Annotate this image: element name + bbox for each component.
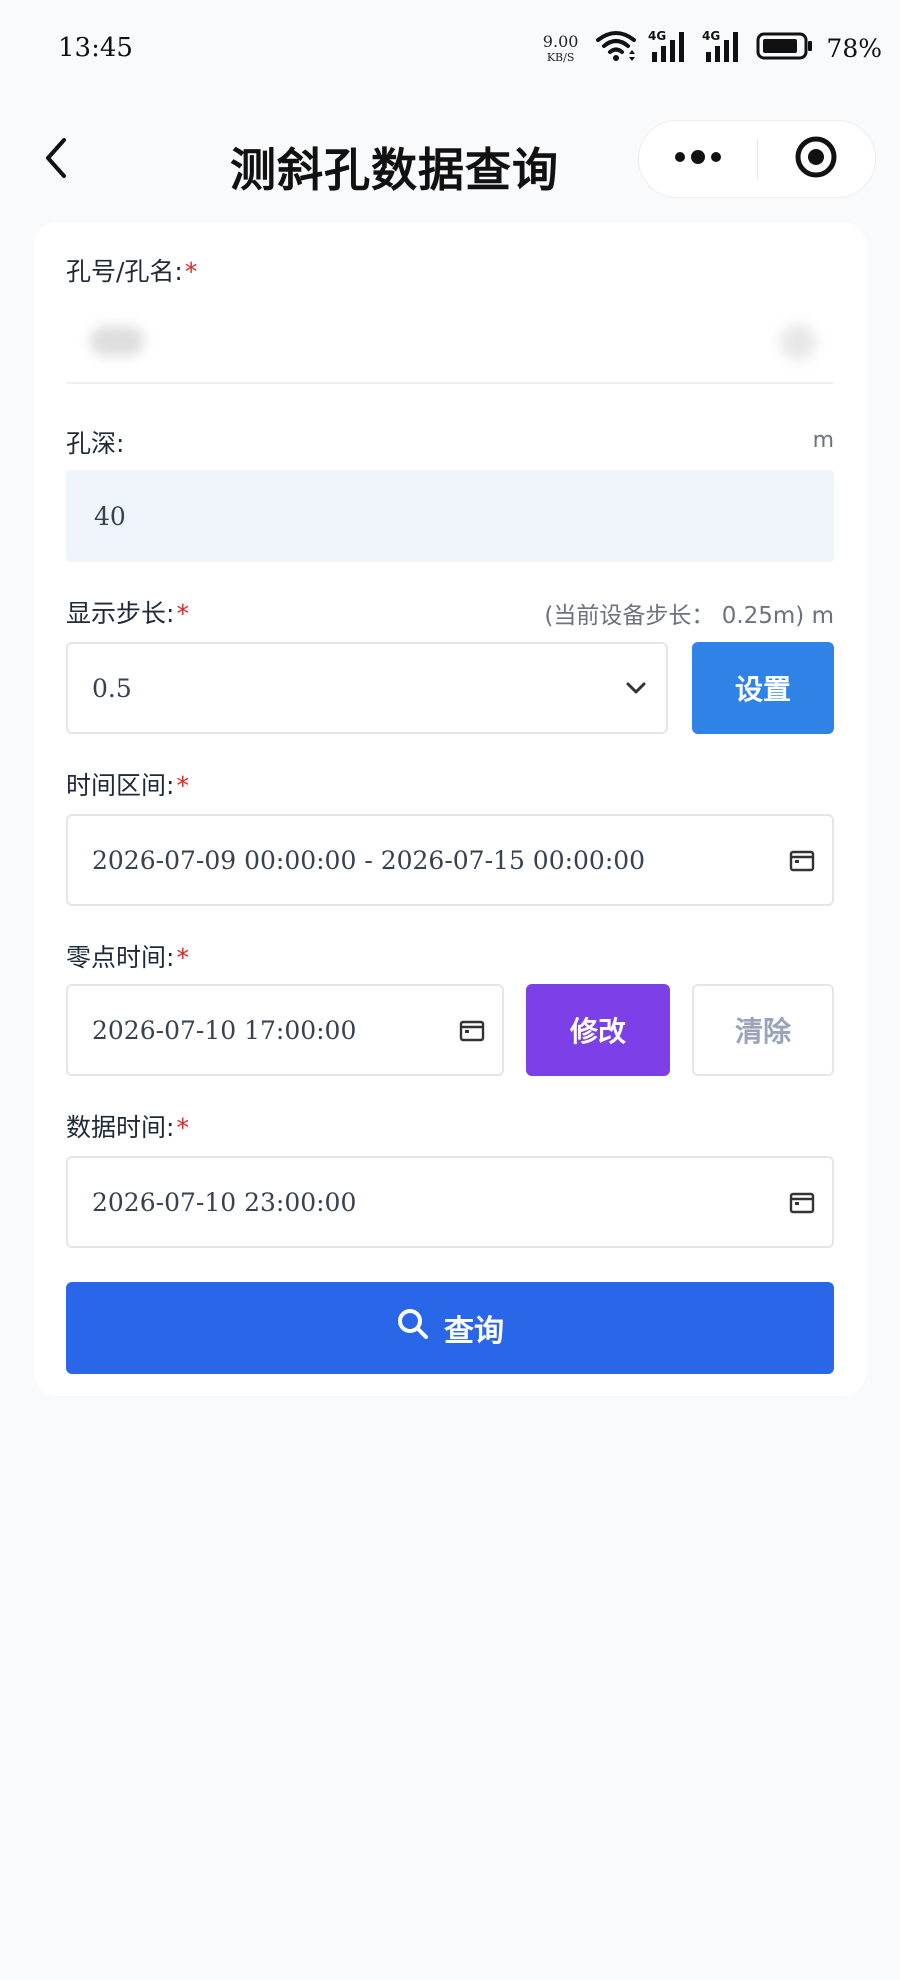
hole-label-text: 孔号/孔名: <box>66 257 183 286</box>
status-time: 13:45 <box>58 33 133 63</box>
close-miniprogram-button[interactable] <box>758 121 876 197</box>
status-bar: 13:45 9.00 KB/S 4G 4G 78% <box>0 0 900 96</box>
zero-time-label-text: 零点时间: <box>66 943 175 972</box>
network-speed: 9.00 KB/S <box>542 31 579 64</box>
battery-icon <box>756 31 814 65</box>
wifi-icon <box>594 28 638 68</box>
data-time-value: 2026-07-10 23:00:00 <box>92 1187 357 1217</box>
more-dots-icon <box>672 149 724 169</box>
required-mark: * <box>176 771 189 800</box>
svg-text:4G: 4G <box>648 29 666 43</box>
hole-label: 孔号/孔名:* <box>66 252 197 288</box>
step-selected-value: 0.5 <box>92 673 132 703</box>
step-label-text: 显示步长: <box>66 599 175 628</box>
depth-unit: m <box>812 428 834 453</box>
hole-select-icon <box>780 324 816 360</box>
chevron-down-icon <box>606 681 666 695</box>
calendar-icon <box>772 848 832 872</box>
time-range-value: 2026-07-09 00:00:00 - 2026-07-15 00:00:0… <box>92 845 646 875</box>
query-button[interactable]: 查询 <box>66 1282 834 1374</box>
modify-zero-time-button[interactable]: 修改 <box>526 984 670 1076</box>
calendar-icon <box>442 1018 502 1042</box>
svg-text:4G: 4G <box>702 29 720 43</box>
required-mark: * <box>176 1113 189 1142</box>
zero-time-value: 2026-07-10 17:00:00 <box>92 1015 357 1045</box>
hole-value-blurred <box>90 326 144 356</box>
depth-value: 40 <box>94 501 126 531</box>
depth-field: 40 <box>66 470 834 562</box>
cellular-signal-icon: 4G <box>702 28 746 68</box>
page-title: 测斜孔数据查询 <box>230 143 559 197</box>
network-speed-value: 9.00 <box>542 31 579 51</box>
required-mark: * <box>176 943 189 972</box>
more-button[interactable] <box>639 121 757 197</box>
data-time-label-text: 数据时间: <box>66 1113 175 1142</box>
data-time-picker[interactable]: 2026-07-10 23:00:00 <box>66 1156 834 1248</box>
clear-zero-time-button[interactable]: 清除 <box>692 984 834 1076</box>
step-hint: (当前设备步长： 0.25m) m <box>544 603 834 629</box>
query-form-card: 孔号/孔名:* 孔深: m 40 显示步长:* (当前设备步长： 0.25m) … <box>34 222 866 1396</box>
step-label: 显示步长:* <box>66 594 189 630</box>
time-range-label: 时间区间:* <box>66 766 189 802</box>
mini-program-capsule <box>638 120 876 198</box>
required-mark: * <box>184 257 198 286</box>
back-button[interactable] <box>28 132 84 188</box>
time-range-picker[interactable]: 2026-07-09 00:00:00 - 2026-07-15 00:00:0… <box>66 814 834 906</box>
hole-select[interactable] <box>66 298 834 384</box>
battery-percent: 78% <box>826 33 882 63</box>
status-icons: 9.00 KB/S 4G 4G 78% <box>543 28 882 68</box>
calendar-icon <box>772 1190 832 1214</box>
query-button-label: 查询 <box>444 1314 504 1349</box>
data-time-label: 数据时间:* <box>66 1108 189 1144</box>
chevron-left-icon <box>40 134 72 186</box>
search-icon <box>396 1307 430 1349</box>
step-select[interactable]: 0.5 <box>66 642 668 734</box>
time-range-label-text: 时间区间: <box>66 771 175 800</box>
cellular-signal-icon: 4G <box>648 28 692 68</box>
zero-time-picker[interactable]: 2026-07-10 17:00:00 <box>66 984 504 1076</box>
required-mark: * <box>176 599 189 628</box>
zero-time-label: 零点时间:* <box>66 938 189 974</box>
navigation-bar: 测斜孔数据查询 <box>0 118 900 202</box>
depth-label: 孔深: <box>66 424 124 460</box>
network-speed-unit: KB/S <box>546 50 575 64</box>
set-step-button[interactable]: 设置 <box>692 642 834 734</box>
target-circle-icon <box>794 135 838 183</box>
depth-label-text: 孔深: <box>66 429 125 458</box>
